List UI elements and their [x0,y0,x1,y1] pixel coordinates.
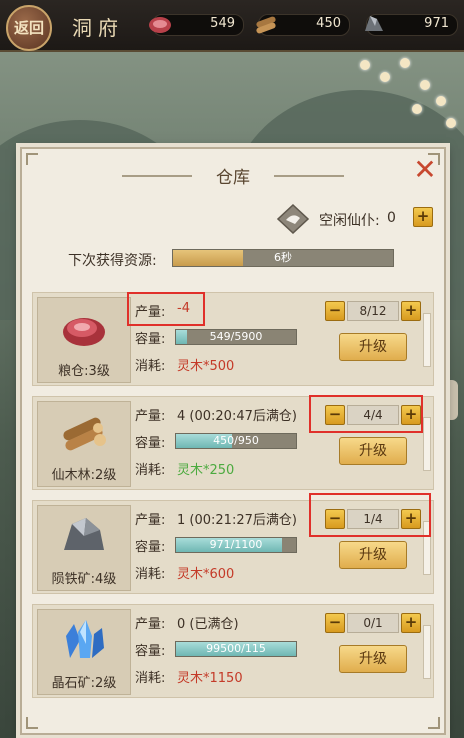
next-resource-label: 下次获得资源: [68,253,157,269]
crystal-icon [66,620,104,658]
highlight-box [309,395,423,433]
capacity-bar: 549/5900 [175,329,297,345]
worker-count: 0/1 [347,613,399,633]
increase-button[interactable]: + [401,613,421,633]
capacity-label: 容量: [135,644,166,659]
produce-value: 1 (00:21:27后满仓) [177,513,297,528]
capacity-value: 99500/115 [206,642,266,655]
capacity-value: 971/1100 [209,538,263,551]
building-row: 粮仓:3级 产量: -4 容量: 549/5900 消耗: 灵木*500 − 8… [32,292,434,386]
produce-label: 产量: [135,617,166,632]
capacity-bar: 99500/115 [175,641,297,657]
next-resource-bar: 6秒 [172,249,394,267]
produce-label: 产量: [135,513,166,528]
building-name: 仙木林:2级 [51,468,117,483]
consume-value: 灵木*600 [177,567,235,582]
top-bar: 返回 洞府 549 450 971 [0,0,464,52]
upgrade-button[interactable]: 升级 [339,437,407,465]
decrease-button[interactable]: − [325,613,345,633]
idle-label: 空闲仙仆: [319,213,380,229]
building-name: 陨铁矿:4级 [51,572,117,587]
iron-ore-icon [64,518,104,550]
add-servant-button[interactable]: + [413,207,433,227]
panel-corner [26,717,38,729]
building-slot[interactable]: 粮仓:3级 [37,297,131,383]
idle-count: 0 [387,210,396,226]
highlight-box [309,493,431,537]
capacity-bar: 450/950 [175,433,297,449]
wood-icon [256,16,276,34]
warehouse-panel: 仓库 ✕ 空闲仙仆: 0 + 下次获得资源: 6秒 粮仓:3级 产量: -4 容… [20,147,446,735]
consume-label: 消耗: [135,671,166,686]
decrease-button[interactable]: − [325,301,345,321]
servant-icon [277,204,309,234]
consume-value: 灵木*250 [177,463,235,478]
increase-button[interactable]: + [401,301,421,321]
building-slot[interactable]: 晶石矿:2级 [37,609,131,695]
building-slot[interactable]: 仙木林:2级 [37,401,131,487]
next-resource-time: 6秒 [274,251,292,264]
capacity-label: 容量: [135,332,166,347]
consume-label: 消耗: [135,359,166,374]
produce-label: 产量: [135,409,166,424]
capacity-bar: 971/1100 [175,537,297,553]
highlight-box [127,292,205,326]
row-edge [423,625,431,679]
consume-value: 灵木*1150 [177,671,243,686]
upgrade-button[interactable]: 升级 [339,645,407,673]
resource-iron: 971 [365,14,458,36]
capacity-value: 549/5900 [209,330,263,343]
building-name: 晶石矿:2级 [51,676,117,691]
produce-value: 4 (00:20:47后满仓) [177,409,297,424]
produce-value: 0 (已满仓) [177,617,239,632]
row-edge [423,313,431,367]
upgrade-button[interactable]: 升级 [339,541,407,569]
iron-count: 971 [424,16,449,31]
panel-title: 仓库 [216,168,250,188]
worker-count: 8/12 [347,301,399,321]
side-scroll-tab[interactable] [444,380,458,420]
back-button[interactable]: 返回 [6,5,52,51]
resource-wood: 450 [256,14,350,36]
iron-ore-icon [365,16,383,31]
capacity-label: 容量: [135,436,166,451]
capacity-label: 容量: [135,540,166,555]
consume-label: 消耗: [135,463,166,478]
row-edge [423,417,431,471]
meat-icon [149,17,171,33]
meat-icon [63,318,105,346]
upgrade-button[interactable]: 升级 [339,333,407,361]
close-icon[interactable]: ✕ [412,156,438,184]
meat-count: 549 [210,16,235,31]
wood-count: 450 [316,16,341,31]
consume-label: 消耗: [135,567,166,582]
wood-icon [63,417,106,451]
capacity-value: 450/950 [213,434,259,447]
page-title: 洞府 [72,16,124,40]
panel-corner [428,717,440,729]
building-slot[interactable]: 陨铁矿:4级 [37,505,131,591]
building-name: 粮仓:3级 [58,364,110,379]
resource-meat: 549 [149,14,244,36]
building-row: 晶石矿:2级 产量: 0 (已满仓) 容量: 99500/115 消耗: 灵木*… [32,604,434,698]
consume-value: 灵木*500 [177,359,235,374]
